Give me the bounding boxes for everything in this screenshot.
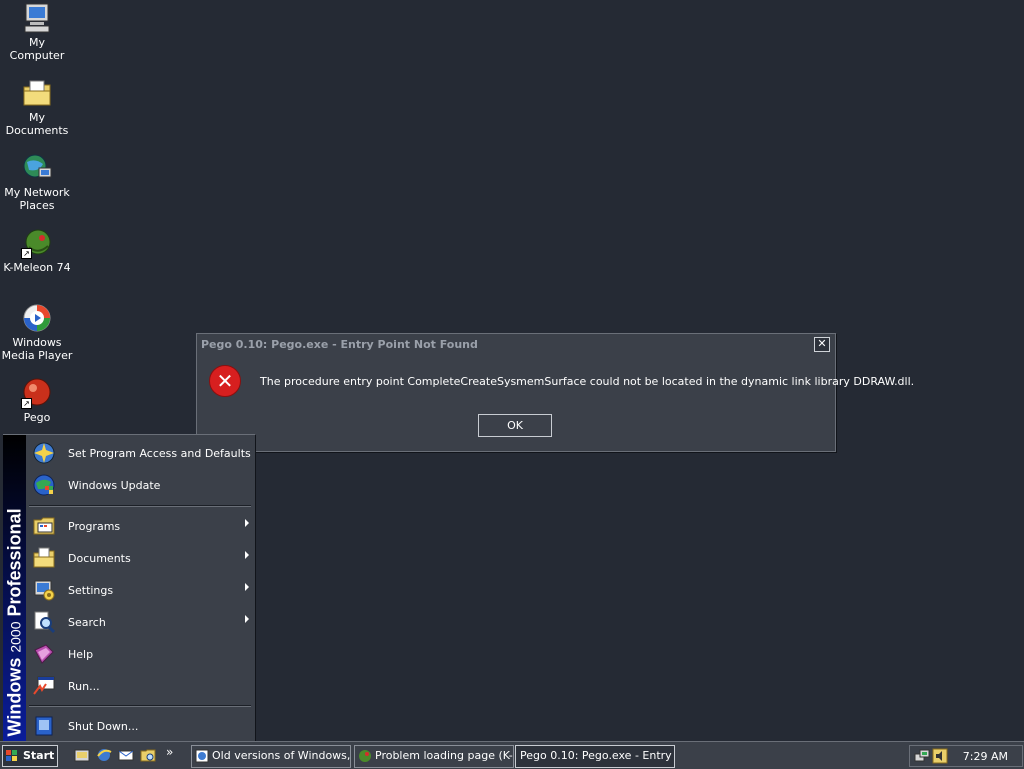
show-desktop-icon[interactable] xyxy=(74,747,90,763)
taskbar-button-label: Problem loading page (K-... xyxy=(375,749,514,762)
search-icon xyxy=(32,610,56,634)
taskbar: Start » Old versions of Windows,... Prob… xyxy=(0,741,1024,769)
ok-button[interactable]: OK xyxy=(478,414,552,437)
outlook-express-icon[interactable] xyxy=(118,747,134,763)
submenu-arrow-icon xyxy=(245,583,249,591)
menu-separator xyxy=(29,505,251,507)
menu-item-documents[interactable]: Documents xyxy=(27,543,253,573)
close-button[interactable]: ✕ xyxy=(814,337,830,352)
dialog-title: Pego 0.10: Pego.exe - Entry Point Not Fo… xyxy=(201,338,478,351)
start-menu-banner: Windows 2000 Professional xyxy=(3,435,26,743)
internet-explorer-icon[interactable] xyxy=(96,747,112,763)
menu-item-label: Programs xyxy=(68,520,121,533)
taskbar-button-pego-error[interactable]: Pego 0.10: Pego.exe - Entry ... xyxy=(515,745,675,768)
menu-item-run[interactable]: Run... xyxy=(27,671,253,701)
quick-launch-more[interactable]: » xyxy=(166,745,182,761)
run-icon xyxy=(32,674,56,698)
desktop-icon-windows-media-player[interactable]: Windows Media Player xyxy=(0,302,74,362)
desktop-icon-label: My Network Places xyxy=(4,186,70,212)
shutdown-icon xyxy=(32,714,56,738)
clock[interactable]: 7:29 AM xyxy=(963,750,1008,763)
menu-item-programs[interactable]: Programs xyxy=(27,511,253,541)
menu-item-set-program-access[interactable]: Set Program Access and Defaults xyxy=(27,438,253,468)
ie-page-icon xyxy=(195,749,209,763)
network-tray-icon[interactable] xyxy=(914,748,930,764)
desktop-icon-label: Windows Media Player xyxy=(1,336,73,362)
help-icon xyxy=(32,642,56,666)
documents-icon xyxy=(32,546,56,570)
submenu-arrow-icon xyxy=(245,551,249,559)
menu-item-windows-update[interactable]: Windows Update xyxy=(27,470,253,500)
explorer-folder-icon[interactable] xyxy=(140,747,156,763)
shortcut-arrow-icon: ↗ xyxy=(21,398,32,409)
menu-item-label: Search xyxy=(68,616,106,629)
menu-item-settings[interactable]: Settings xyxy=(27,575,253,605)
start-button[interactable]: Start xyxy=(2,745,58,767)
start-menu: Windows 2000 Professional Set Program Ac… xyxy=(3,434,256,743)
menu-item-label: Shut Down... xyxy=(68,720,139,733)
media-player-icon xyxy=(21,302,53,334)
banner-version: 2000 xyxy=(7,621,24,653)
programs-icon xyxy=(32,514,56,538)
system-tray: 7:29 AM xyxy=(909,745,1023,767)
menu-item-help[interactable]: Help xyxy=(27,639,253,669)
program-access-icon xyxy=(32,441,56,465)
menu-item-search[interactable]: Search xyxy=(27,607,253,637)
windows-flag-icon xyxy=(6,750,18,762)
desktop-icon-my-network-places[interactable]: My Network Places xyxy=(0,152,74,212)
error-dialog: Pego 0.10: Pego.exe - Entry Point Not Fo… xyxy=(196,333,914,452)
desktop-icon-label: My Computer xyxy=(9,36,65,62)
menu-item-label: Set Program Access and Defaults xyxy=(68,447,251,460)
close-icon: ✕ xyxy=(817,337,827,350)
menu-item-label: Settings xyxy=(68,584,114,597)
k-meleon-icon: ↗ xyxy=(21,227,53,259)
taskbar-button-old-versions[interactable]: Old versions of Windows,... xyxy=(191,745,351,768)
volume-tray-icon[interactable] xyxy=(932,748,948,764)
windows-update-icon xyxy=(32,473,56,497)
pego-icon: ↗ xyxy=(21,377,53,409)
desktop-icon-label: My Documents xyxy=(5,111,69,137)
shortcut-arrow-icon: ↗ xyxy=(21,248,32,259)
dialog-titlebar[interactable]: Pego 0.10: Pego.exe - Entry Point Not Fo… xyxy=(199,336,833,354)
k-meleon-icon xyxy=(358,749,372,763)
desktop-icon-label: Pego xyxy=(23,411,51,424)
desktop-icon-my-documents[interactable]: My Documents xyxy=(0,77,74,137)
network-places-icon xyxy=(21,152,53,184)
error-icon: ✕ xyxy=(209,365,241,397)
menu-item-shut-down[interactable]: Shut Down... xyxy=(27,711,253,741)
submenu-arrow-icon xyxy=(245,615,249,623)
desktop-icon-label: K-Meleon 74 xyxy=(3,261,71,274)
taskbar-button-label: Pego 0.10: Pego.exe - Entry ... xyxy=(520,749,675,762)
menu-item-label: Windows Update xyxy=(68,479,161,492)
desktop-icon-pego[interactable]: ↗ Pego xyxy=(0,377,74,424)
banner-brand: Windows xyxy=(4,657,25,737)
desktop-icon-my-computer[interactable]: My Computer xyxy=(0,2,74,62)
dialog-message: The procedure entry point CompleteCreate… xyxy=(260,375,915,388)
menu-item-label: Documents xyxy=(68,552,131,565)
start-label: Start xyxy=(23,749,55,762)
banner-edition: Professional xyxy=(4,508,25,617)
menu-item-label: Help xyxy=(68,648,94,661)
documents-folder-icon xyxy=(21,77,53,109)
desktop-icon-k-meleon[interactable]: ↗ K-Meleon 74 xyxy=(0,227,74,274)
menu-separator xyxy=(29,705,251,707)
menu-item-label: Run... xyxy=(68,680,100,693)
submenu-arrow-icon xyxy=(245,519,249,527)
taskbar-button-label: Old versions of Windows,... xyxy=(212,749,351,762)
settings-icon xyxy=(32,578,56,602)
computer-icon xyxy=(21,2,53,34)
taskbar-button-problem-loading[interactable]: Problem loading page (K-... xyxy=(354,745,514,768)
